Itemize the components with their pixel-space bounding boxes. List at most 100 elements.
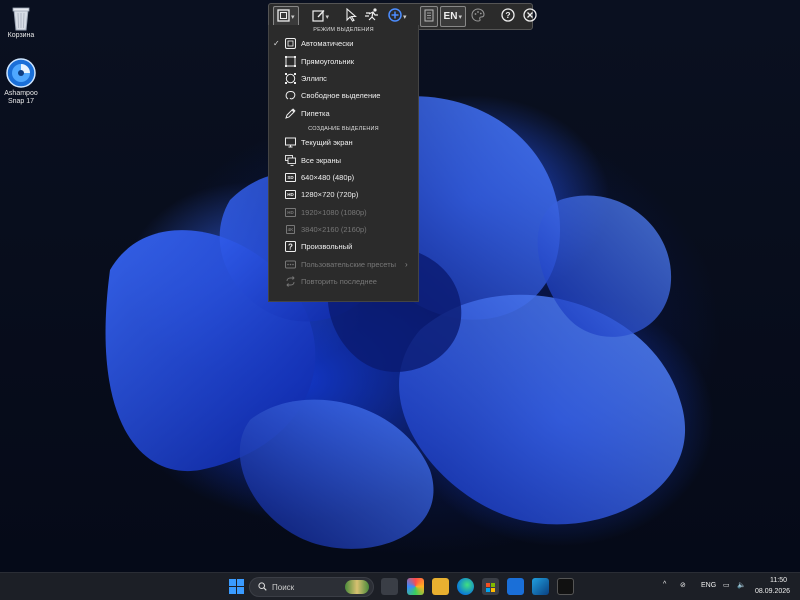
taskbar-search[interactable]: Поиск bbox=[249, 577, 374, 597]
menu-item-label: Повторить последнее bbox=[301, 277, 377, 287]
language-label: EN bbox=[443, 11, 458, 22]
add-capture-button[interactable]: ▾ bbox=[385, 6, 410, 27]
document-icon bbox=[424, 9, 434, 25]
chevron-down-icon: ▾ bbox=[325, 13, 330, 21]
start-button[interactable] bbox=[228, 578, 245, 595]
svg-text:?: ? bbox=[288, 243, 293, 252]
ashampoo-snap-icon bbox=[6, 58, 36, 88]
chevron-right-icon: › bbox=[405, 259, 408, 269]
selection-mode-menu: РЕЖИМ ВЫДЕЛЕНИЯ ✓ Автоматически Прямоуго… bbox=[268, 25, 419, 302]
network-icon[interactable]: ▭ bbox=[723, 581, 730, 589]
search-placeholder: Поиск bbox=[272, 582, 295, 592]
clock-date[interactable]: 08.09.2026 bbox=[755, 588, 790, 595]
plus-circle-icon bbox=[388, 8, 402, 25]
chevron-down-icon: ▾ bbox=[403, 13, 407, 21]
input-language[interactable]: ENG bbox=[701, 582, 716, 589]
desktop-icon-label: Корзина bbox=[7, 32, 35, 39]
monitor-icon bbox=[285, 137, 296, 148]
theme-button[interactable] bbox=[468, 6, 488, 27]
checkmark-icon: ✓ bbox=[273, 39, 280, 49]
menu-item-label: Пипетка bbox=[301, 108, 330, 118]
edit-pen-icon bbox=[311, 9, 325, 25]
svg-text:?: ? bbox=[505, 10, 510, 20]
sd-badge-icon: SD bbox=[285, 172, 296, 182]
chevron-up-icon[interactable]: ^ bbox=[663, 581, 666, 588]
task-view-icon[interactable] bbox=[381, 578, 398, 595]
menu-item-2160p: 4K 3840×2160 (2160p) bbox=[269, 221, 418, 238]
microsoft-store-icon[interactable] bbox=[482, 578, 499, 595]
menu-item-label: Произвольный bbox=[301, 242, 353, 252]
menu-item-automatic[interactable]: ✓ Автоматически bbox=[269, 35, 418, 52]
quick-capture-button[interactable] bbox=[362, 6, 383, 27]
cursor-arrow-icon bbox=[345, 7, 357, 25]
rectangle-select-icon bbox=[285, 55, 296, 67]
menu-item-label: Текущий экран bbox=[301, 138, 353, 148]
desktop-icon-recycle-bin[interactable]: Корзина bbox=[0, 4, 42, 40]
help-icon: ? bbox=[501, 8, 515, 25]
menu-item-label: Прямоугольник bbox=[301, 56, 355, 66]
desktop-icon-ashampoo-snap[interactable]: Ashampoo Snap 17 bbox=[0, 58, 42, 106]
terminal-icon[interactable] bbox=[557, 578, 574, 595]
ellipse-select-icon bbox=[285, 72, 296, 84]
document-button[interactable] bbox=[419, 6, 438, 27]
pointer-button[interactable] bbox=[342, 6, 360, 27]
menu-item-custom[interactable]: ? Произвольный bbox=[269, 238, 418, 255]
mail-icon[interactable] bbox=[507, 578, 524, 595]
menu-item-label: Свободное выделение bbox=[301, 91, 381, 101]
chevron-down-icon: ▾ bbox=[458, 13, 462, 21]
search-icon bbox=[258, 581, 267, 593]
eyedropper-icon bbox=[285, 108, 296, 119]
volume-icon[interactable]: 🔈 bbox=[737, 581, 746, 589]
close-icon bbox=[523, 8, 537, 25]
close-button[interactable] bbox=[520, 6, 540, 27]
file-explorer-icon[interactable] bbox=[432, 578, 449, 595]
menu-item-label: 1920×1080 (1080p) bbox=[301, 207, 367, 217]
menu-item-eyedropper[interactable]: Пипетка bbox=[269, 105, 418, 122]
clock-time[interactable]: 11:50 bbox=[770, 577, 787, 584]
menu-item-label: 640×480 (480p) bbox=[301, 172, 355, 182]
4k-badge-icon: 4K bbox=[285, 225, 296, 235]
recycle-bin-icon bbox=[8, 4, 34, 31]
menu-item-label: Пользовательские пресеты bbox=[301, 259, 397, 269]
desktop-icon-label: Ashampoo Snap 17 bbox=[4, 90, 38, 105]
hd-badge-icon: HD bbox=[285, 207, 296, 217]
menu-item-ellipse[interactable]: Эллипс bbox=[269, 70, 418, 87]
ellipsis-box-icon bbox=[285, 259, 296, 270]
menu-item-user-presets: Пользовательские пресеты › bbox=[269, 256, 418, 273]
menu-item-rectangle[interactable]: Прямоугольник bbox=[269, 52, 418, 69]
windows-logo-icon bbox=[229, 579, 244, 594]
selection-frame-icon bbox=[277, 8, 290, 25]
menu-item-freehand[interactable]: Свободное выделение bbox=[269, 87, 418, 104]
question-box-icon: ? bbox=[285, 241, 296, 253]
network-off-icon[interactable]: ⊘ bbox=[680, 581, 686, 589]
taskbar: Поиск ^ ⊘ ENG ▭ 🔈 11:50 08.09.2026 bbox=[0, 572, 800, 600]
menu-item-repeat-last: Повторить последнее bbox=[269, 273, 418, 290]
menu-item-720p[interactable]: HD 1280×720 (720p) bbox=[269, 186, 418, 203]
palette-icon bbox=[471, 8, 485, 25]
language-button[interactable]: EN ▾ bbox=[439, 6, 466, 27]
menu-item-label: 3840×2160 (2160p) bbox=[301, 225, 367, 235]
menu-item-current-screen[interactable]: Текущий экран bbox=[269, 134, 418, 151]
running-man-icon bbox=[365, 8, 380, 25]
edge-browser-icon[interactable] bbox=[457, 578, 474, 595]
auto-select-icon bbox=[285, 38, 296, 50]
edit-button[interactable]: ▾ bbox=[309, 6, 333, 27]
menu-item-480p[interactable]: SD 640×480 (480p) bbox=[269, 169, 418, 186]
menu-item-label: Все экраны bbox=[301, 155, 341, 165]
menu-item-all-screens[interactable]: Все экраны bbox=[269, 151, 418, 168]
help-button[interactable]: ? bbox=[498, 6, 518, 27]
hd-badge-icon: HD bbox=[285, 190, 296, 200]
menu-section-heading: РЕЖИМ ВЫДЕЛЕНИЯ bbox=[313, 27, 374, 33]
menu-item-label: 1280×720 (720p) bbox=[301, 190, 359, 200]
menu-section-heading: СОЗДАНИЕ ВЫДЕЛЕНИЯ bbox=[308, 125, 379, 132]
selection-mode-button[interactable]: ▾ bbox=[273, 6, 299, 27]
menu-item-1080p: HD 1920×1080 (1080p) bbox=[269, 204, 418, 221]
multi-monitor-icon bbox=[285, 154, 296, 166]
repeat-icon bbox=[285, 276, 296, 288]
lasso-icon bbox=[285, 90, 296, 101]
menu-item-label: Эллипс bbox=[301, 73, 327, 83]
menu-item-label: Автоматически bbox=[301, 39, 354, 49]
chevron-down-icon: ▾ bbox=[291, 13, 295, 21]
copilot-icon[interactable] bbox=[407, 578, 424, 595]
snap-app-icon[interactable] bbox=[532, 578, 549, 595]
